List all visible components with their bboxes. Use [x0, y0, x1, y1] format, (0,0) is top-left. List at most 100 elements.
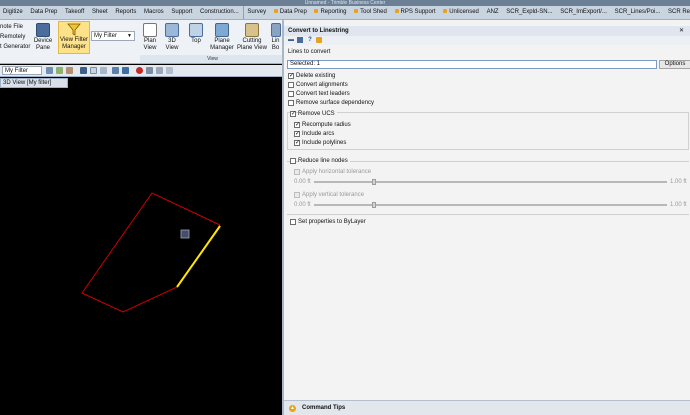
tab-construction[interactable]: Construction... — [197, 6, 242, 19]
tab-scr-reports[interactable]: SCR Reports — [665, 6, 690, 19]
ribbon-left-commands: note File Remotely t Generator — [0, 22, 30, 52]
include-arcs-label: Include arcs — [302, 131, 335, 137]
tab-scr-imexport[interactable]: SCR_ImExport/... — [557, 6, 610, 19]
ribbon-group-view-label: View — [140, 55, 285, 63]
toolbar-more-icon[interactable] — [156, 67, 163, 74]
toolbar-extra-icon[interactable] — [166, 67, 173, 74]
apply-vertical-tolerance-checkbox[interactable] — [294, 192, 300, 198]
grid-icon[interactable] — [90, 67, 97, 74]
tab-scr-lines[interactable]: SCR_Lines/Poi... — [612, 6, 664, 19]
collapse-icon[interactable]: ▬ — [288, 37, 294, 43]
selection-marker[interactable] — [180, 229, 190, 239]
vertical-min-label: 0.00 ft — [294, 202, 311, 208]
cutting-plane-view-label: Cutting Plane View — [237, 38, 267, 51]
toolbar-filter-value: My Filter — [5, 68, 28, 74]
pan-icon[interactable] — [80, 67, 87, 74]
horizontal-max-label: 1.00 ft — [670, 179, 687, 185]
apply-horizontal-tolerance-label: Apply horizontal tolerance — [302, 169, 372, 175]
horizontal-tolerance-slider[interactable] — [314, 181, 667, 183]
tab-reporting[interactable]: Reporting — [311, 6, 349, 19]
top-view-icon — [189, 23, 203, 37]
remove-surface-dependency-checkbox[interactable] — [288, 100, 294, 106]
top-view-button[interactable]: Top — [185, 23, 207, 45]
convert-text-leaders-checkbox[interactable] — [288, 91, 294, 97]
filter-select[interactable]: My Filter ▼ — [91, 31, 135, 41]
convert-alignments-checkbox[interactable] — [288, 82, 294, 88]
zoom-icon[interactable] — [66, 67, 73, 74]
horizontal-tolerance-thumb[interactable] — [372, 179, 376, 185]
cutting-plane-view-button[interactable]: Cutting Plane View — [237, 23, 267, 52]
cutting-plane-icon — [245, 23, 259, 37]
lock-icon — [273, 9, 278, 14]
viewport-canvas — [81, 192, 221, 313]
lock-icon — [354, 9, 359, 14]
report-generator-command[interactable]: t Generator — [0, 42, 30, 52]
device-pane-button[interactable]: Device Pane — [30, 23, 56, 52]
plane-manager-label: Plane Manager — [210, 38, 234, 51]
settings-divider — [287, 214, 689, 215]
tab-rps-support-label: RPS Support — [400, 9, 436, 15]
select-icon[interactable] — [46, 67, 53, 74]
tab-anz[interactable]: ANZ — [484, 6, 502, 19]
filter-select-value: My Filter — [94, 33, 117, 39]
lock-icon[interactable] — [316, 37, 322, 43]
snap-icon[interactable] — [100, 67, 107, 74]
device-pane-icon — [36, 23, 50, 37]
reduce-line-nodes-checkbox[interactable] — [290, 158, 296, 164]
delete-existing-label: Delete existing — [296, 73, 336, 79]
toolbar-filter-select[interactable]: My Filter — [2, 66, 42, 75]
command-tips-bar[interactable]: ▲ Command Tips — [284, 400, 690, 415]
include-polylines-label: Include polylines — [302, 140, 347, 146]
record-icon[interactable] — [136, 67, 143, 74]
tab-tool-shed[interactable]: Tool Shed — [351, 6, 390, 19]
ribbon-tab-strip: Digitize Data Prep Takeoff Sheet Reports… — [0, 6, 690, 20]
lines-to-convert-field[interactable]: Selected: 1 — [287, 60, 657, 69]
properties-icon[interactable] — [146, 67, 153, 74]
tab-unlicensed[interactable]: Unlicensed — [440, 6, 482, 19]
remove-ucs-checkbox[interactable] — [290, 111, 296, 117]
tab-data-prep[interactable]: Data Prep — [27, 6, 60, 19]
remove-ucs-group — [287, 112, 689, 150]
3d-view-button[interactable]: 3D View — [162, 23, 182, 52]
view-filter-manager-button[interactable]: View Filter Manager — [58, 21, 90, 54]
plan-view-button[interactable]: Plan View — [140, 23, 160, 52]
remote-file-command[interactable]: note File — [0, 22, 30, 32]
tab-reports[interactable]: Reports — [112, 6, 139, 19]
tab-sheet[interactable]: Sheet — [89, 6, 111, 19]
recompute-radius-checkbox[interactable] — [294, 122, 300, 128]
line-bo-button[interactable]: Lin Bo — [269, 23, 282, 52]
include-arcs-checkbox[interactable] — [294, 131, 300, 137]
tab-digitize[interactable]: Digitize — [0, 6, 26, 19]
set-properties-bylayer-checkbox[interactable] — [290, 219, 296, 225]
vertical-tolerance-thumb[interactable] — [372, 202, 376, 208]
top-view-label: Top — [191, 38, 201, 44]
tab-support[interactable]: Support — [168, 6, 195, 19]
linestring-polygon[interactable] — [81, 192, 221, 313]
tab-survey[interactable]: Survey — [243, 6, 269, 19]
help-icon[interactable]: ? — [307, 37, 313, 43]
measure-icon[interactable] — [112, 67, 119, 74]
plane-manager-icon — [215, 23, 229, 37]
grid-view-icon[interactable] — [297, 37, 303, 43]
convert-to-linestring-panel: Convert to Linestring ✕ ▬ ? Lines to con… — [282, 20, 690, 415]
delete-existing-checkbox[interactable] — [288, 73, 294, 79]
layer-icon[interactable] — [56, 67, 63, 74]
include-polylines-checkbox[interactable] — [294, 140, 300, 146]
tab-data-prep-2[interactable]: Data Prep — [271, 6, 310, 19]
apply-horizontal-tolerance-checkbox[interactable] — [294, 169, 300, 175]
options-button[interactable]: Options — [659, 60, 690, 69]
view-icon[interactable] — [122, 67, 129, 74]
3d-viewport[interactable] — [0, 88, 282, 415]
close-icon[interactable]: ✕ — [679, 26, 684, 36]
tab-rps-support[interactable]: RPS Support — [392, 6, 439, 19]
remotely-command[interactable]: Remotely — [0, 32, 30, 42]
tab-takeoff[interactable]: Takeoff — [62, 6, 87, 19]
vertical-tolerance-slider[interactable] — [314, 204, 667, 206]
tab-3d-view[interactable]: 3D View [My filter] — [0, 78, 68, 88]
convert-alignments-label: Convert alignments — [296, 82, 348, 88]
plane-manager-button[interactable]: Plane Manager — [209, 23, 235, 52]
line-icon — [270, 23, 281, 37]
tab-scr-expld[interactable]: SCR_Expld-SN... — [503, 6, 555, 19]
remove-ucs-label: Remove UCS — [298, 110, 337, 118]
tab-macros[interactable]: Macros — [141, 6, 167, 19]
